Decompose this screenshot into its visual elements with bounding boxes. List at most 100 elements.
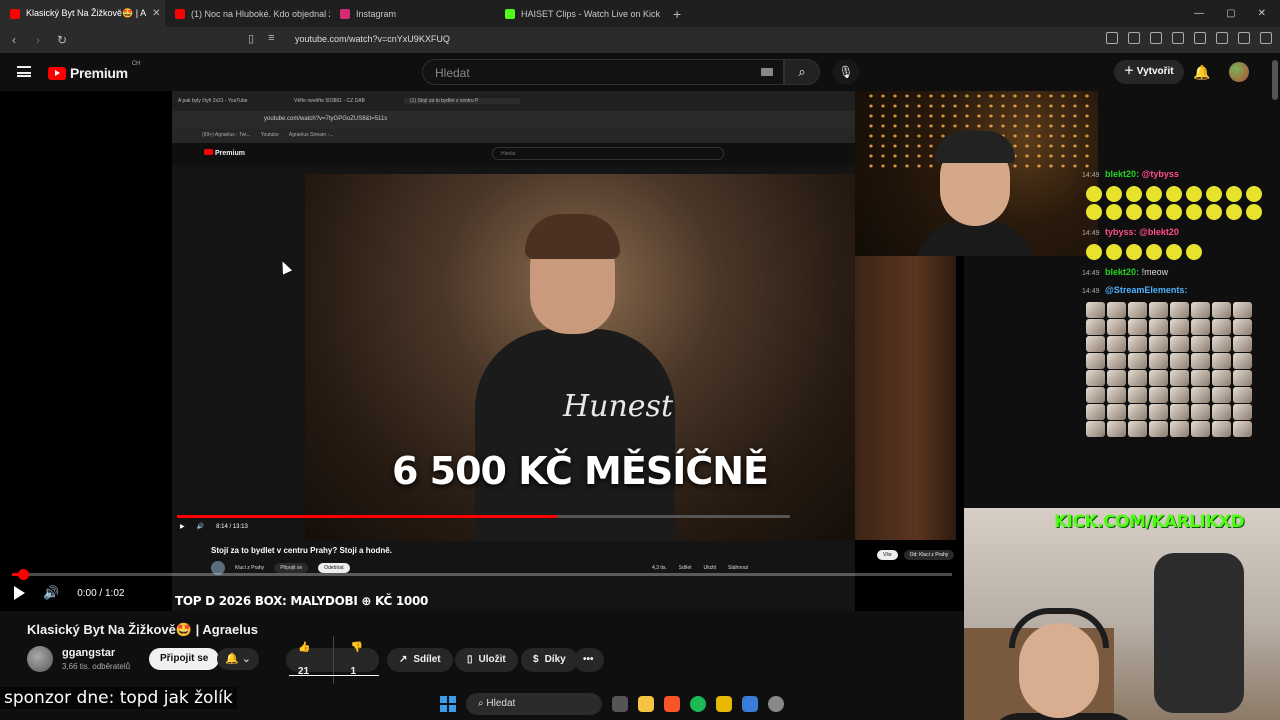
inner-logo: Premium	[204, 149, 245, 157]
chat-user: tybyss:	[1105, 227, 1137, 237]
address-bar: ‹ › ↻ ▯ ≡ youtube.com/watch?v=cnYxU9KXFU…	[0, 27, 1280, 53]
extension-icon[interactable]	[1150, 32, 1162, 44]
extension-icon[interactable]	[1106, 32, 1118, 44]
browser-tab-youtube-active[interactable]: Klasický Byt Na Žižkově🤩 | A ✕	[0, 0, 165, 27]
forward-arrow-icon[interactable]: ›	[28, 33, 48, 47]
video-player[interactable]: A pak byly čtyři 2x21 - YouTube Věřte ne…	[0, 91, 964, 611]
inner-join: Připojit se	[274, 563, 309, 573]
inner-bookmarks-bar: (99+) Agraelus - Twi... Youtube Agraelus…	[172, 129, 855, 143]
app-icon[interactable]	[742, 696, 758, 712]
inner-download: Stáhnout	[728, 565, 749, 571]
extension-icon[interactable]	[1128, 32, 1140, 44]
channel-avatar[interactable]	[27, 646, 53, 672]
inner-tab: (1) Stojí za to bydlet v centru P	[404, 98, 520, 104]
player-time: 0:00 / 1:02	[77, 587, 125, 599]
back-arrow-icon[interactable]: ‹	[4, 33, 24, 47]
channel-name[interactable]: ggangstar	[62, 647, 115, 659]
close-icon[interactable]: ✕	[152, 8, 160, 19]
inner-player-controls: ▶ 🔊 8:14 / 13:13	[180, 523, 248, 531]
inner-play-icon: ▶	[180, 524, 185, 530]
thanks-label: Díky	[544, 654, 566, 665]
chip-all: Vše	[877, 550, 898, 560]
stream-ticker: TOP D 2026 BOX: MALYDOBI ⊕ KČ 1000	[175, 594, 429, 608]
join-button[interactable]: Připojit se	[149, 648, 220, 670]
channel-row: ggangstar 3,66 tis. odběratelů Připojit …	[27, 636, 927, 684]
save-icon: ▯	[467, 654, 473, 665]
obs-icon[interactable]	[768, 696, 784, 712]
brave-browser-icon[interactable]	[664, 696, 680, 712]
extension-icon[interactable]	[1194, 32, 1206, 44]
volume-icon[interactable]: 🔊	[43, 585, 59, 601]
stream-chat: 14:49 blekt20: @tybyss 14:49 tybyss: @bl…	[1082, 168, 1268, 508]
inner-youtube-header: Premium Hledat	[172, 143, 855, 165]
chat-text: !meow	[1141, 267, 1169, 277]
search-button[interactable]: ⌕	[784, 59, 820, 85]
hoodie-text: Hunest	[563, 389, 674, 424]
windows-taskbar: ⌕ Hledat	[440, 690, 860, 718]
gaming-chair	[1154, 553, 1244, 713]
play-icon[interactable]	[14, 586, 25, 600]
search-input[interactable]: Hledat	[422, 59, 784, 85]
inner-search: Hledat	[492, 147, 724, 160]
hamburger-menu-icon[interactable]	[17, 66, 31, 77]
chat-mention: @blekt20	[1139, 227, 1179, 237]
save-button[interactable]: ▯ Uložit	[455, 648, 518, 672]
chat-time: 14:49	[1082, 230, 1100, 237]
tab-label: (1) Noc na Hluboké. Kdo objednal ži	[191, 8, 330, 19]
site-settings-icon[interactable]: ≡	[268, 32, 274, 45]
voice-search-button[interactable]: 🎙	[833, 59, 859, 85]
browser-tab-bar: Klasický Byt Na Žižkově🤩 | A ✕ (1) Noc n…	[0, 0, 1280, 27]
tab-label: HAISET Clips - Watch Live on Kick	[521, 8, 661, 19]
main-progress-bar[interactable]	[12, 569, 952, 580]
player-controls: 🔊 0:00 / 1:02	[14, 585, 124, 601]
emote-row	[1086, 244, 1268, 260]
extension-icon[interactable]	[1238, 32, 1250, 44]
thanks-button[interactable]: $ Díky	[521, 648, 578, 672]
browser-tab-kick[interactable]: HAISET Clips - Watch Live on Kick	[495, 0, 665, 27]
new-tab-plus-icon[interactable]: +	[665, 6, 689, 22]
app-icon[interactable]	[716, 696, 732, 712]
scrubber-handle[interactable]	[18, 569, 29, 580]
kick-channel-brand: KICK.COM/KARLIKXD	[1054, 512, 1245, 532]
extension-icon[interactable]	[1172, 32, 1184, 44]
taskbar-search-input[interactable]: ⌕ Hledat	[466, 693, 602, 715]
task-view-icon[interactable]	[612, 696, 628, 712]
menu-icon[interactable]	[1260, 32, 1272, 44]
inner-progress-bar	[177, 515, 790, 518]
window-close-icon[interactable]: ✕	[1258, 8, 1266, 19]
chat-mention: @tybyss	[1141, 169, 1179, 179]
create-button[interactable]: ＋ Vytvořit	[1114, 60, 1184, 84]
chat-time: 14:49	[1082, 172, 1100, 179]
video-overlay-caption: 6 500 KČ MĚSÍČNĚ	[391, 449, 769, 493]
like-highlight	[289, 675, 379, 676]
notifications-bell-icon[interactable]: 🔔	[1193, 64, 1210, 81]
inner-url: youtube.com/watch?v=7tyGPGoZUS8&t=511s	[172, 111, 855, 129]
account-avatar[interactable]	[1229, 62, 1249, 82]
minimize-icon[interactable]: —	[1194, 8, 1204, 19]
streamer-figure	[915, 131, 1035, 256]
extension-icon[interactable]	[1216, 32, 1228, 44]
bookmark-icon[interactable]: ▯	[248, 32, 254, 45]
page-scrollbar[interactable]	[1272, 60, 1278, 100]
share-button[interactable]: ↗ Sdílet	[387, 648, 453, 672]
browser-tab-instagram[interactable]: Instagram	[330, 0, 495, 27]
like-button[interactable]: 👍 21	[286, 636, 335, 684]
inner-bookmark: (99+) Agraelus - Twi...	[202, 132, 251, 138]
inner-share: Sdílet	[678, 565, 692, 571]
inner-time: 8:14 / 13:13	[216, 523, 248, 530]
chat-user: blekt20:	[1105, 169, 1140, 179]
url-field[interactable]: youtube.com/watch?v=cnYxU9KXFUQ	[295, 34, 450, 44]
subscription-bell-button[interactable]: 🔔 ⌄	[217, 648, 259, 670]
maximize-icon[interactable]: ▢	[1226, 8, 1235, 19]
windows-start-icon[interactable]	[440, 696, 456, 712]
keyboard-icon[interactable]	[761, 68, 773, 76]
youtube-premium-logo[interactable]: Premium CH	[48, 61, 140, 81]
dislike-button[interactable]: 👎 1	[340, 636, 379, 684]
spotify-icon[interactable]	[690, 696, 706, 712]
sponsor-overlay: sponzor dne: topd jak žolík	[0, 687, 237, 709]
file-explorer-icon[interactable]	[638, 696, 654, 712]
reload-icon[interactable]: ↻	[52, 33, 72, 47]
browser-tab-youtube[interactable]: (1) Noc na Hluboké. Kdo objednal ži	[165, 0, 330, 27]
taskbar-search-placeholder: Hledat	[486, 698, 516, 709]
more-actions-button[interactable]: •••	[574, 648, 604, 672]
